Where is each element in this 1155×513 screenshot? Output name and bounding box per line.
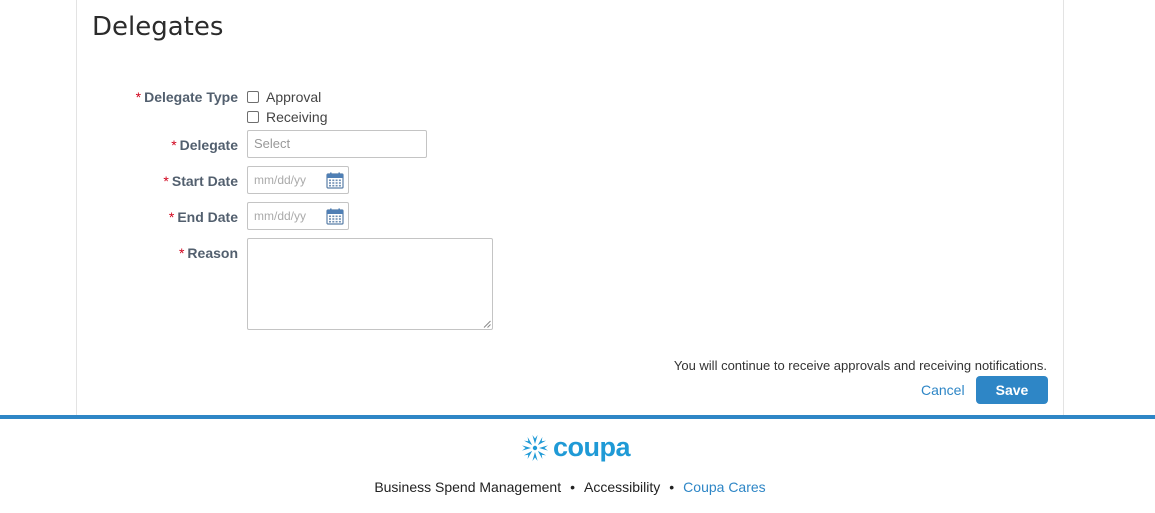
cancel-link[interactable]: Cancel [921,382,965,398]
receiving-checkbox[interactable] [247,111,259,123]
delegate-label: * Delegate [171,137,238,153]
start-date-label: * Start Date [163,173,238,189]
notification-notice: You will continue to receive approvals a… [673,358,1047,373]
delegate-placeholder: Select [254,136,291,151]
reason-textarea[interactable] [247,238,493,330]
delegate-select[interactable]: Select [247,130,427,158]
calendar-icon[interactable] [326,208,344,225]
resize-grip-icon[interactable] [483,320,491,328]
page-title: Delegates [92,12,224,42]
footer-link-business-spend-management[interactable]: Business Spend Management [374,479,561,495]
required-marker: * [135,89,142,105]
required-marker: * [163,173,169,189]
required-marker: * [171,137,177,153]
approval-label: Approval [266,89,322,105]
save-button[interactable]: Save [976,376,1048,404]
content-panel [76,0,1064,416]
coupa-logo-icon [522,434,548,461]
approval-checkbox[interactable] [247,91,259,103]
coupa-logo[interactable]: coupa [520,432,631,463]
reason-label: * Reason [178,245,238,261]
receiving-label: Receiving [266,109,328,125]
required-marker: * [178,245,185,261]
start-date-input[interactable]: mm/dd/yy [247,166,349,194]
approval-checkbox-row[interactable]: Approval [247,89,321,105]
footer-separator: • [669,479,675,495]
end-date-label: * End Date [168,209,238,225]
required-marker: * [168,209,175,225]
end-date-placeholder: mm/dd/yy [254,209,307,223]
end-date-input[interactable]: mm/dd/yy [247,202,349,230]
calendar-icon[interactable] [326,172,344,189]
footer-links: Business Spend Management • Accessibility •… [0,479,1140,495]
delegate-type-label: * Delegate Type [135,89,238,105]
footer-link-accessibility[interactable]: Accessibility [584,479,660,495]
receiving-checkbox-row[interactable]: Receiving [247,109,327,125]
start-date-placeholder: mm/dd/yy [254,173,307,187]
footer-link-coupa-cares[interactable]: Coupa Cares [683,479,766,495]
footer-separator: • [570,479,576,495]
coupa-wordmark: coupa [553,432,631,462]
